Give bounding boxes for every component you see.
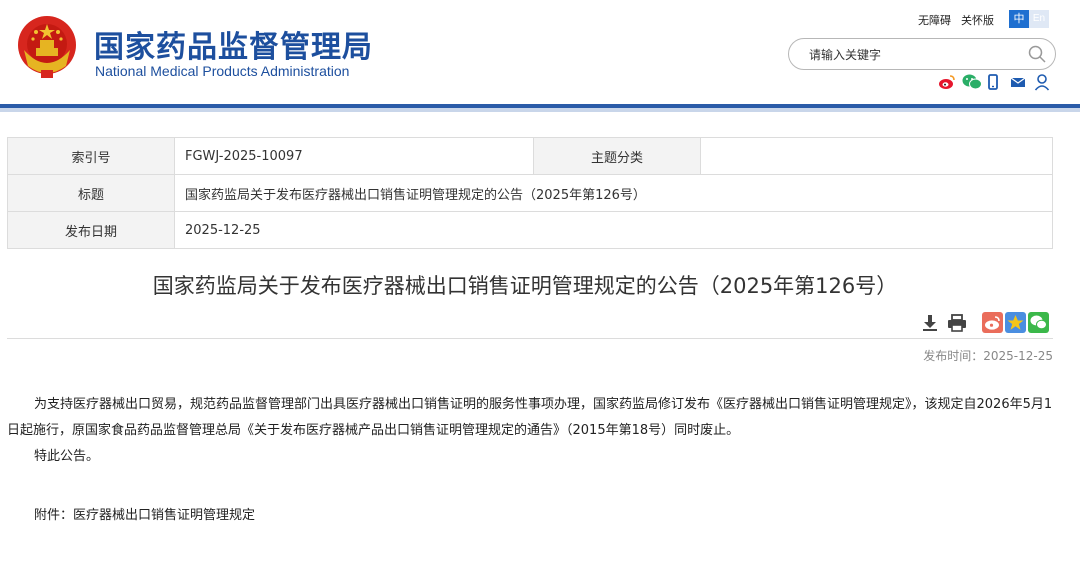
elderly-mode-link[interactable]: 关怀版 <box>961 14 994 27</box>
title-value: 国家药监局关于发布医疗器械出口销售证明管理规定的公告（2025年第126号） <box>174 174 1053 212</box>
title-label: 标题 <box>7 174 175 212</box>
article-tools <box>921 314 967 336</box>
national-emblem-icon <box>18 16 76 78</box>
mobile-icon[interactable] <box>986 73 1004 91</box>
lang-zh-button[interactable]: 中 <box>1009 10 1029 28</box>
topic-label: 主题分类 <box>533 137 701 175</box>
document-info-table: 索引号 FGWJ-2025-10097 主题分类 标题 国家药监局关于发布医疗器… <box>7 137 1053 249</box>
article-paragraph: 为支持医疗器械出口贸易，规范药品监督管理部门出具医疗器械出口销售证明的服务性事项… <box>7 397 1053 438</box>
site-header: 国家药品监督管理局 National Medical Products Admi… <box>0 0 1080 104</box>
article-paragraph: 特此公告。 <box>34 449 100 464</box>
date-value: 2025-12-25 <box>174 211 1053 249</box>
site-title-cn[interactable]: 国家药品监督管理局 <box>94 22 373 66</box>
wechat-icon[interactable] <box>962 73 982 91</box>
search-box <box>788 38 1056 70</box>
weibo-icon[interactable] <box>938 73 956 91</box>
user-icon[interactable] <box>1034 73 1052 91</box>
lang-en-button[interactable]: En <box>1029 10 1049 28</box>
share-weibo-icon[interactable] <box>982 312 1003 337</box>
print-icon[interactable] <box>947 314 967 336</box>
topic-value <box>700 137 1053 175</box>
table-row: 索引号 FGWJ-2025-10097 主题分类 <box>7 137 1053 175</box>
search-icon[interactable] <box>1027 44 1047 64</box>
share-qzone-icon[interactable] <box>1005 312 1026 337</box>
article-body: 为支持医疗器械出口贸易，规范药品监督管理部门出具医疗器械出口销售证明的服务性事项… <box>7 392 1055 470</box>
download-icon[interactable] <box>921 314 939 336</box>
share-tools <box>982 312 1049 337</box>
language-switch: 中 En <box>1009 10 1049 28</box>
share-wechat-icon[interactable] <box>1028 312 1049 337</box>
table-row: 标题 国家药监局关于发布医疗器械出口销售证明管理规定的公告（2025年第126号… <box>7 174 1053 212</box>
index-label: 索引号 <box>7 137 175 175</box>
index-value: FGWJ-2025-10097 <box>174 137 534 175</box>
title-divider <box>7 338 1053 339</box>
site-title-en[interactable]: National Medical Products Administration <box>95 63 349 79</box>
header-divider-light <box>0 108 1080 112</box>
table-row: 发布日期 2025-12-25 <box>7 211 1053 249</box>
accessibility-link[interactable]: 无障碍 <box>918 14 951 27</box>
attachment-link[interactable]: 附件：医疗器械出口销售证明管理规定 <box>34 504 255 523</box>
mail-icon[interactable] <box>1010 73 1028 91</box>
date-label: 发布日期 <box>7 211 175 249</box>
top-links: 无障碍 关怀版 <box>918 12 1004 28</box>
publish-time: 发布时间：2025-12-25 <box>923 349 1053 363</box>
social-links <box>938 73 1052 91</box>
article-title: 国家药监局关于发布医疗器械出口销售证明管理规定的公告（2025年第126号） <box>152 274 898 298</box>
search-input[interactable] <box>807 45 1021 65</box>
